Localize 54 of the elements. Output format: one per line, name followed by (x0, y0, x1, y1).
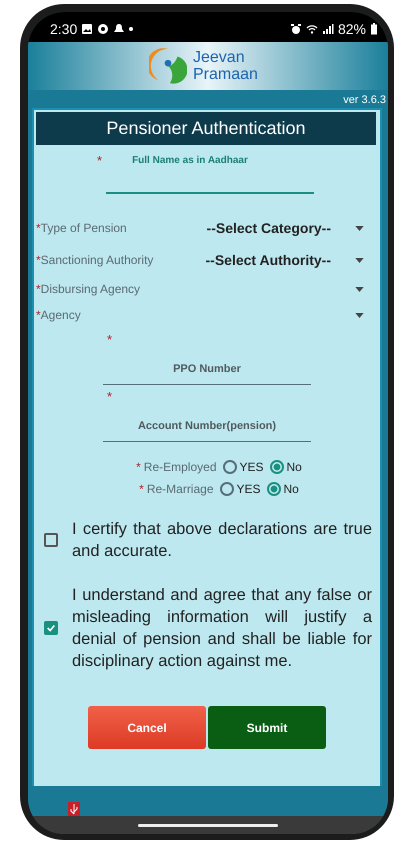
input-field[interactable]: PPO Number (103, 347, 311, 385)
required-asterisk: * (36, 253, 41, 267)
status-time: 2:30 (50, 21, 78, 37)
declaration-text: I understand and agree that any false or misleading information will justify a denial of pension and shall be liable for disciplinary action against me. (72, 585, 372, 672)
field-label: Type of Pension (40, 221, 127, 235)
input-field[interactable]: Account Number(pension) (103, 404, 311, 442)
required-asterisk: * (107, 389, 114, 404)
cancel-button[interactable]: Cancel (88, 706, 206, 749)
alarm-icon (290, 23, 302, 35)
battery-percent: 82% (338, 21, 366, 37)
option-label: YES (236, 482, 261, 496)
field-label: Sanctioning Authority (40, 253, 154, 267)
option-label: YES (240, 460, 264, 474)
form-title: Pensioner Authentication (36, 112, 376, 145)
dropdown[interactable] (355, 312, 364, 318)
image-icon (81, 23, 94, 35)
field-label: Re-Employed (144, 460, 216, 474)
home-indicator[interactable] (138, 824, 278, 826)
caret-icon (355, 286, 364, 292)
radio-button[interactable] (222, 460, 236, 474)
field-label: Disbursing Agency (40, 282, 140, 296)
signal-icon (322, 23, 334, 35)
declaration-text: I certify that above declarations are true and accurate. (72, 519, 372, 562)
required-asterisk: * (36, 308, 41, 322)
notification-dot-icon (129, 27, 134, 31)
caret-icon (355, 226, 364, 230)
checkbox[interactable] (44, 533, 58, 547)
caret-icon (355, 258, 364, 262)
required-asterisk: * (136, 460, 141, 474)
option-label: No (284, 482, 299, 496)
caret-icon (355, 312, 364, 318)
required-asterisk: * (36, 221, 41, 235)
required-asterisk: * (139, 482, 144, 496)
battery-icon (370, 23, 378, 35)
radio-button[interactable] (220, 482, 234, 496)
option-label: No (286, 460, 302, 474)
required-asterisk: * (36, 282, 41, 296)
radio-button[interactable] (270, 460, 284, 474)
radio-button[interactable] (266, 482, 281, 496)
version-label: ver 3.6.3 (343, 94, 386, 106)
app-name: Jeevan Pramaan (193, 49, 259, 83)
dropdown[interactable]: --Select Category-- (206, 220, 364, 236)
logo-icon (149, 47, 187, 85)
checkmark-icon (46, 622, 56, 634)
dropdown[interactable]: --Select Authority-- (206, 252, 364, 268)
submit-button[interactable]: Submit (208, 706, 326, 749)
checkbox[interactable] (44, 621, 58, 635)
required-asterisk: * (97, 153, 102, 168)
wifi-icon (306, 23, 318, 35)
field-label: Agency (40, 308, 81, 322)
required-asterisk: * (107, 332, 114, 347)
field-label: Full Name as in Aadhaar (132, 154, 248, 168)
dropdown[interactable] (355, 286, 364, 292)
field-label: Re-Marriage (146, 482, 214, 496)
